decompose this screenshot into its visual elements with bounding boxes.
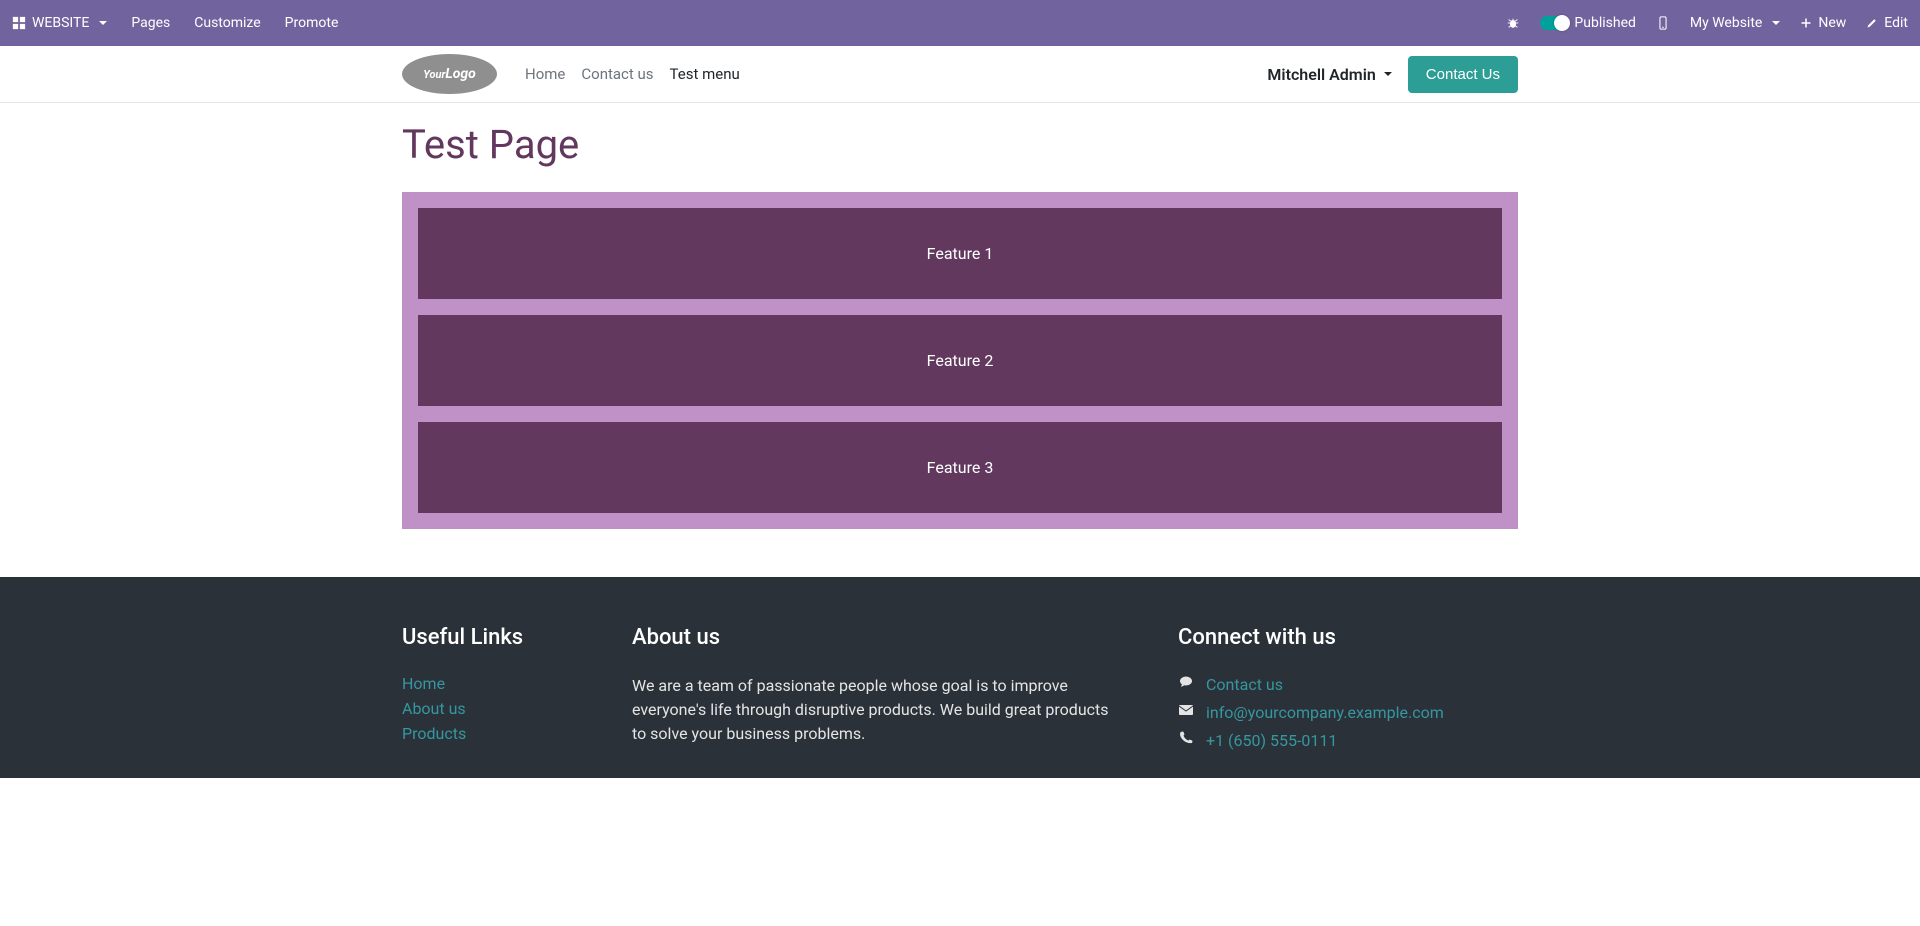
footer-link-products[interactable]: Products <box>402 724 466 743</box>
contact-us-button[interactable]: Contact Us <box>1408 56 1518 93</box>
useful-links-title: Useful Links <box>402 625 592 650</box>
connect-phone-link[interactable]: +1 (650) 555-0111 <box>1206 731 1337 750</box>
debug-button[interactable] <box>1506 16 1520 30</box>
logo[interactable]: YourLogo <box>402 54 497 94</box>
pages-menu[interactable]: Pages <box>131 15 170 31</box>
logo-text-your: Your <box>423 68 445 81</box>
logo-text-logo: Logo <box>445 66 475 82</box>
footer-link-home[interactable]: Home <box>402 674 445 693</box>
feature-item-1: Feature 1 <box>418 208 1502 299</box>
mobile-preview-button[interactable] <box>1656 16 1670 30</box>
plus-icon <box>1800 17 1812 29</box>
chevron-down-icon <box>99 21 107 25</box>
nav-menu: Home Contact us Test menu <box>525 65 740 83</box>
grid-icon <box>12 16 26 30</box>
site-header: YourLogo Home Contact us Test menu Mitch… <box>0 46 1920 103</box>
connect-contact-link[interactable]: Contact us <box>1206 675 1283 694</box>
footer-about: About us We are a team of passionate peo… <box>632 625 1122 758</box>
edit-label: Edit <box>1884 15 1908 31</box>
connect-contact-row: Contact us <box>1178 674 1518 694</box>
edit-button[interactable]: Edit <box>1866 15 1908 31</box>
admin-bar: WEBSITE Pages Customize Promote Publishe… <box>0 0 1920 46</box>
feature-item-2: Feature 2 <box>418 315 1502 406</box>
user-dropdown[interactable]: Mitchell Admin <box>1267 65 1391 84</box>
page-content: Test Page Feature 1 Feature 2 Feature 3 <box>390 121 1530 529</box>
chevron-down-icon <box>1772 21 1780 25</box>
nav-test-menu[interactable]: Test menu <box>670 65 740 83</box>
my-website-dropdown[interactable]: My Website <box>1690 15 1780 31</box>
pencil-icon <box>1866 17 1878 29</box>
footer-connect: Connect with us Contact us info@yourcomp… <box>1178 625 1518 758</box>
phone-icon <box>1178 730 1196 750</box>
website-switcher[interactable]: WEBSITE <box>12 15 107 31</box>
website-switcher-label: WEBSITE <box>32 15 89 31</box>
toggle-knob <box>1554 15 1570 31</box>
footer-useful-links: Useful Links Home About us Products <box>402 625 592 758</box>
feature-block: Feature 1 Feature 2 Feature 3 <box>402 192 1518 529</box>
connect-phone-row: +1 (650) 555-0111 <box>1178 730 1518 750</box>
user-name: Mitchell Admin <box>1267 65 1375 84</box>
mobile-icon <box>1656 16 1670 30</box>
connect-title: Connect with us <box>1178 625 1518 650</box>
about-title: About us <box>632 625 1122 650</box>
my-website-label: My Website <box>1690 15 1762 31</box>
publish-toggle[interactable] <box>1540 16 1568 30</box>
connect-email-row: info@yourcompany.example.com <box>1178 702 1518 722</box>
chevron-down-icon <box>1384 72 1392 76</box>
footer: Useful Links Home About us Products Abou… <box>0 577 1920 778</box>
about-text: We are a team of passionate people whose… <box>632 674 1122 746</box>
new-label: New <box>1818 15 1846 31</box>
page-title: Test Page <box>402 121 1518 168</box>
chat-icon <box>1178 674 1196 694</box>
footer-link-about[interactable]: About us <box>402 699 466 718</box>
publish-group: Published <box>1540 15 1635 31</box>
publish-label: Published <box>1574 15 1635 31</box>
connect-email-link[interactable]: info@yourcompany.example.com <box>1206 703 1444 722</box>
nav-contact[interactable]: Contact us <box>581 65 653 83</box>
feature-item-3: Feature 3 <box>418 422 1502 513</box>
customize-menu[interactable]: Customize <box>194 15 260 31</box>
new-button[interactable]: New <box>1800 15 1846 31</box>
promote-menu[interactable]: Promote <box>285 15 339 31</box>
nav-home[interactable]: Home <box>525 65 565 83</box>
bug-icon <box>1506 16 1520 30</box>
envelope-icon <box>1178 702 1196 722</box>
